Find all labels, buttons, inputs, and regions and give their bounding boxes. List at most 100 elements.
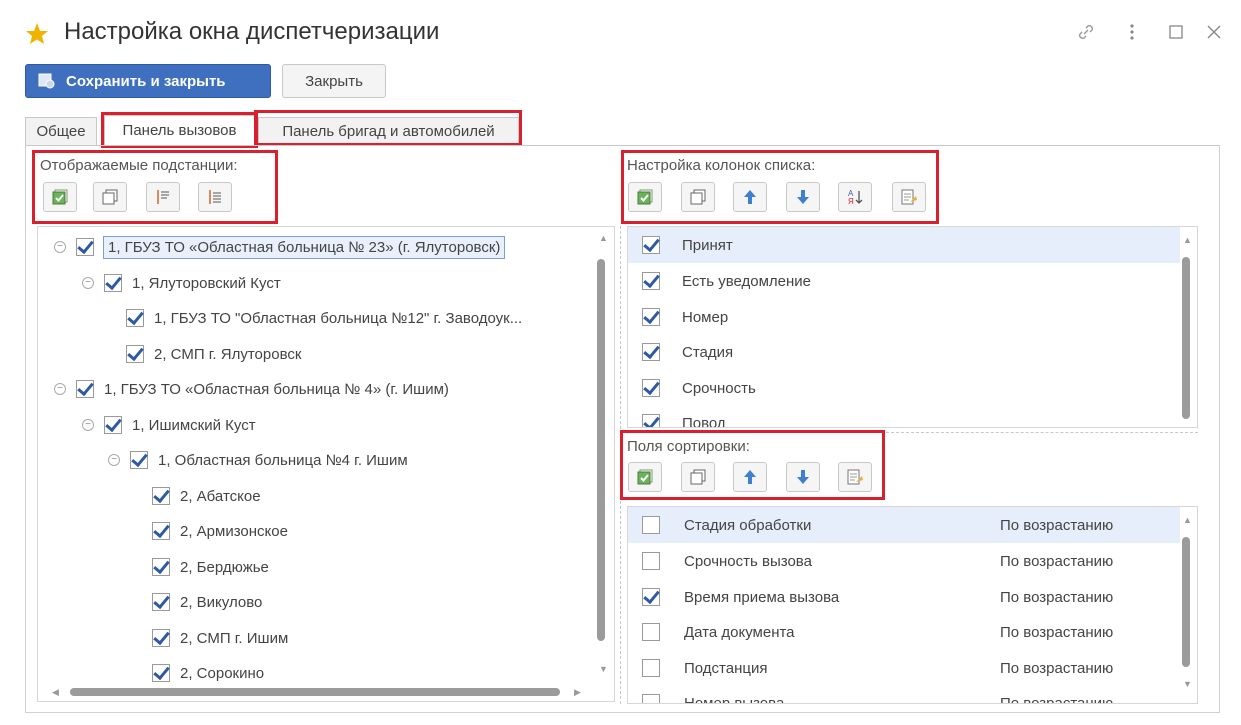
link-icon[interactable] xyxy=(1074,20,1098,44)
column-checkbox[interactable] xyxy=(642,236,660,254)
tab-calls-panel[interactable]: Панель вызовов xyxy=(104,115,255,145)
sort-checkbox[interactable] xyxy=(642,588,660,606)
scroll-up-icon[interactable]: ▲ xyxy=(1183,515,1192,525)
column-checkbox[interactable] xyxy=(642,414,660,427)
tree-row[interactable]: − 1, ГБУЗ ТО «Областная больница № 4» (г… xyxy=(54,371,449,407)
list-item[interactable]: Стадия xyxy=(628,334,1180,370)
list-item[interactable]: Принят xyxy=(628,227,1180,263)
sort-order-label[interactable]: По возрастанию xyxy=(1000,624,1113,641)
sort-move-down-button[interactable] xyxy=(786,462,820,492)
check-all-button[interactable] xyxy=(43,182,77,212)
collapse-toggle-icon[interactable]: − xyxy=(82,277,94,289)
scroll-up-icon[interactable]: ▲ xyxy=(1183,235,1192,245)
expand-all-button[interactable] xyxy=(146,182,180,212)
tree-row[interactable]: 2, Викулово xyxy=(152,584,262,620)
sort-move-up-button[interactable] xyxy=(733,462,767,492)
tree-row[interactable]: − 1, Областная больница №4 г. Ишим xyxy=(108,442,408,478)
tree-row[interactable]: 2, СМП г. Ялуторовск xyxy=(126,336,301,372)
list-item[interactable]: Номер xyxy=(628,299,1180,335)
sort-order-label[interactable]: По возрастанию xyxy=(1000,553,1113,570)
sort-order-label[interactable]: По возрастанию xyxy=(1000,695,1113,704)
close-icon[interactable] xyxy=(1202,20,1226,44)
tree-checkbox[interactable] xyxy=(152,522,170,540)
tree-checkbox[interactable] xyxy=(76,238,94,256)
collapse-all-button[interactable] xyxy=(198,182,232,212)
sort-restore-defaults-button[interactable] xyxy=(838,462,872,492)
tree-row[interactable]: − 1, ГБУЗ ТО «Областная больница № 23» (… xyxy=(54,229,506,265)
check-all-sort-button[interactable] xyxy=(628,462,662,492)
tree-row[interactable]: − 1, Ялуторовский Куст xyxy=(82,265,281,301)
scroll-down-icon[interactable]: ▼ xyxy=(1183,679,1192,689)
tree-checkbox[interactable] xyxy=(130,451,148,469)
sort-fields-list[interactable]: Стадия обработки По возрастанию Срочност… xyxy=(627,506,1198,704)
column-checkbox[interactable] xyxy=(642,379,660,397)
tree-checkbox[interactable] xyxy=(104,416,122,434)
table-row[interactable]: Дата документа По возрастанию xyxy=(628,614,1180,650)
uncheck-all-sort-button[interactable] xyxy=(681,462,715,492)
tree-row[interactable]: 1, ГБУЗ ТО "Областная больница №12" г. З… xyxy=(126,300,522,336)
uncheck-all-button[interactable] xyxy=(93,182,127,212)
collapse-toggle-icon[interactable]: − xyxy=(108,454,120,466)
restore-defaults-button[interactable] xyxy=(892,182,926,212)
more-icon[interactable] xyxy=(1120,20,1144,44)
column-checkbox[interactable] xyxy=(642,343,660,361)
sort-order-label[interactable]: По возрастанию xyxy=(1000,589,1113,606)
sort-checkbox[interactable] xyxy=(642,516,660,534)
tree-row[interactable]: − 1, Ишимский Куст xyxy=(82,407,256,443)
collapse-toggle-icon[interactable]: − xyxy=(54,383,66,395)
tree-checkbox[interactable] xyxy=(126,309,144,327)
collapse-toggle-icon[interactable]: − xyxy=(54,241,66,253)
check-all-columns-button[interactable] xyxy=(628,182,662,212)
tab-brigades-panel[interactable]: Панель бригад и автомобилей xyxy=(258,117,519,145)
close-button[interactable]: Закрыть xyxy=(282,64,386,98)
sort-checkbox[interactable] xyxy=(642,623,660,641)
list-item[interactable]: Есть уведомление xyxy=(628,263,1180,299)
scroll-down-icon[interactable]: ▼ xyxy=(1183,399,1192,409)
table-row[interactable]: Подстанция По возрастанию xyxy=(628,650,1180,686)
maximize-icon[interactable] xyxy=(1164,20,1188,44)
sort-checkbox[interactable] xyxy=(642,694,660,703)
collapse-toggle-icon[interactable]: − xyxy=(82,419,94,431)
table-row[interactable]: Номер вызова По возрастанию xyxy=(628,685,1180,704)
tree-horizontal-scrollbar[interactable] xyxy=(70,688,560,696)
sort-order-label[interactable]: По возрастанию xyxy=(1000,517,1113,534)
table-row[interactable]: Стадия обработки По возрастанию xyxy=(628,507,1180,543)
table-row[interactable]: Срочность вызова По возрастанию xyxy=(628,543,1180,579)
sort-scrollbar[interactable] xyxy=(1182,537,1190,667)
favorite-star-icon[interactable] xyxy=(25,22,49,46)
tree-checkbox[interactable] xyxy=(104,274,122,292)
tree-checkbox[interactable] xyxy=(152,487,170,505)
tree-checkbox[interactable] xyxy=(152,629,170,647)
tree-checkbox[interactable] xyxy=(152,664,170,682)
stations-tree[interactable]: − 1, ГБУЗ ТО «Областная больница № 23» (… xyxy=(37,226,615,702)
tree-checkbox[interactable] xyxy=(152,558,170,576)
list-item[interactable]: Повод xyxy=(628,405,1180,427)
scroll-up-icon[interactable]: ▲ xyxy=(599,233,608,243)
scroll-down-icon[interactable]: ▼ xyxy=(599,664,608,674)
panel-splitter[interactable] xyxy=(620,226,621,704)
columns-list[interactable]: Принят Есть уведомление Номер Стадия Сро… xyxy=(627,226,1198,428)
column-checkbox[interactable] xyxy=(642,272,660,290)
tab-general[interactable]: Общее xyxy=(25,117,97,145)
tree-row[interactable]: 2, Абатское xyxy=(152,478,261,514)
scroll-right-icon[interactable]: ▶ xyxy=(574,687,581,698)
tree-vertical-scrollbar[interactable] xyxy=(597,259,605,641)
table-row[interactable]: Время приема вызова По возрастанию xyxy=(628,579,1180,615)
move-down-button[interactable] xyxy=(786,182,820,212)
tree-row[interactable]: 2, Сорокино xyxy=(152,655,264,691)
sort-checkbox[interactable] xyxy=(642,552,660,570)
panel-splitter[interactable] xyxy=(627,432,1198,433)
tree-row[interactable]: 2, СМП г. Ишим xyxy=(152,620,288,656)
scroll-left-icon[interactable]: ◀ xyxy=(52,687,59,698)
tree-checkbox[interactable] xyxy=(76,380,94,398)
list-item[interactable]: Срочность xyxy=(628,370,1180,406)
tree-checkbox[interactable] xyxy=(126,345,144,363)
sort-checkbox[interactable] xyxy=(642,659,660,677)
save-and-close-button[interactable]: Сохранить и закрыть xyxy=(25,64,271,98)
move-up-button[interactable] xyxy=(733,182,767,212)
uncheck-all-columns-button[interactable] xyxy=(681,182,715,212)
tree-row[interactable]: 2, Бердюжье xyxy=(152,549,269,585)
tree-checkbox[interactable] xyxy=(152,593,170,611)
sort-order-label[interactable]: По возрастанию xyxy=(1000,660,1113,677)
column-checkbox[interactable] xyxy=(642,308,660,326)
